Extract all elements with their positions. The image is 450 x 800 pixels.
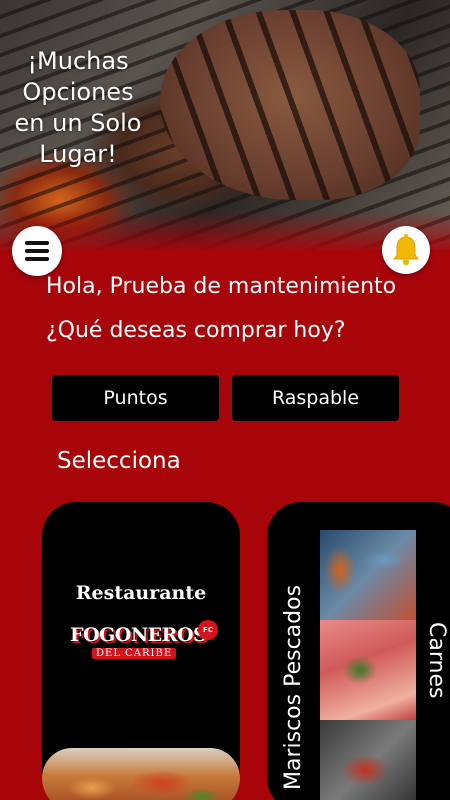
- fogoneros-logo: FOGONEROS DEL CARIBE FC: [66, 620, 236, 670]
- hero-banner: ¡Muchas Opciones en un Solo Lugar!: [0, 0, 450, 250]
- meats-label[interactable]: Carnes: [424, 622, 449, 698]
- seafood-image: [320, 530, 416, 800]
- section-label: Selecciona: [57, 448, 181, 474]
- bell-icon[interactable]: [382, 226, 430, 274]
- seafood-card[interactable]: Mariscos Pescados Carnes: [267, 502, 450, 800]
- dish-image: [42, 748, 240, 800]
- restaurant-title: Restaurante: [75, 582, 207, 604]
- question-text: ¿Qué deseas comprar hoy?: [46, 318, 346, 343]
- points-button[interactable]: Puntos: [52, 375, 219, 421]
- greeting-text: Hola, Prueba de mantenimiento: [46, 274, 397, 299]
- restaurant-card[interactable]: Restaurante FOGONEROS DEL CARIBE FC: [42, 502, 240, 800]
- seafood-label: Mariscos Pescados: [281, 584, 306, 790]
- hamburger-menu-icon[interactable]: [12, 226, 62, 276]
- hero-tagline: ¡Muchas Opciones en un Solo Lugar!: [14, 47, 142, 168]
- scratch-button[interactable]: Raspable: [232, 375, 399, 421]
